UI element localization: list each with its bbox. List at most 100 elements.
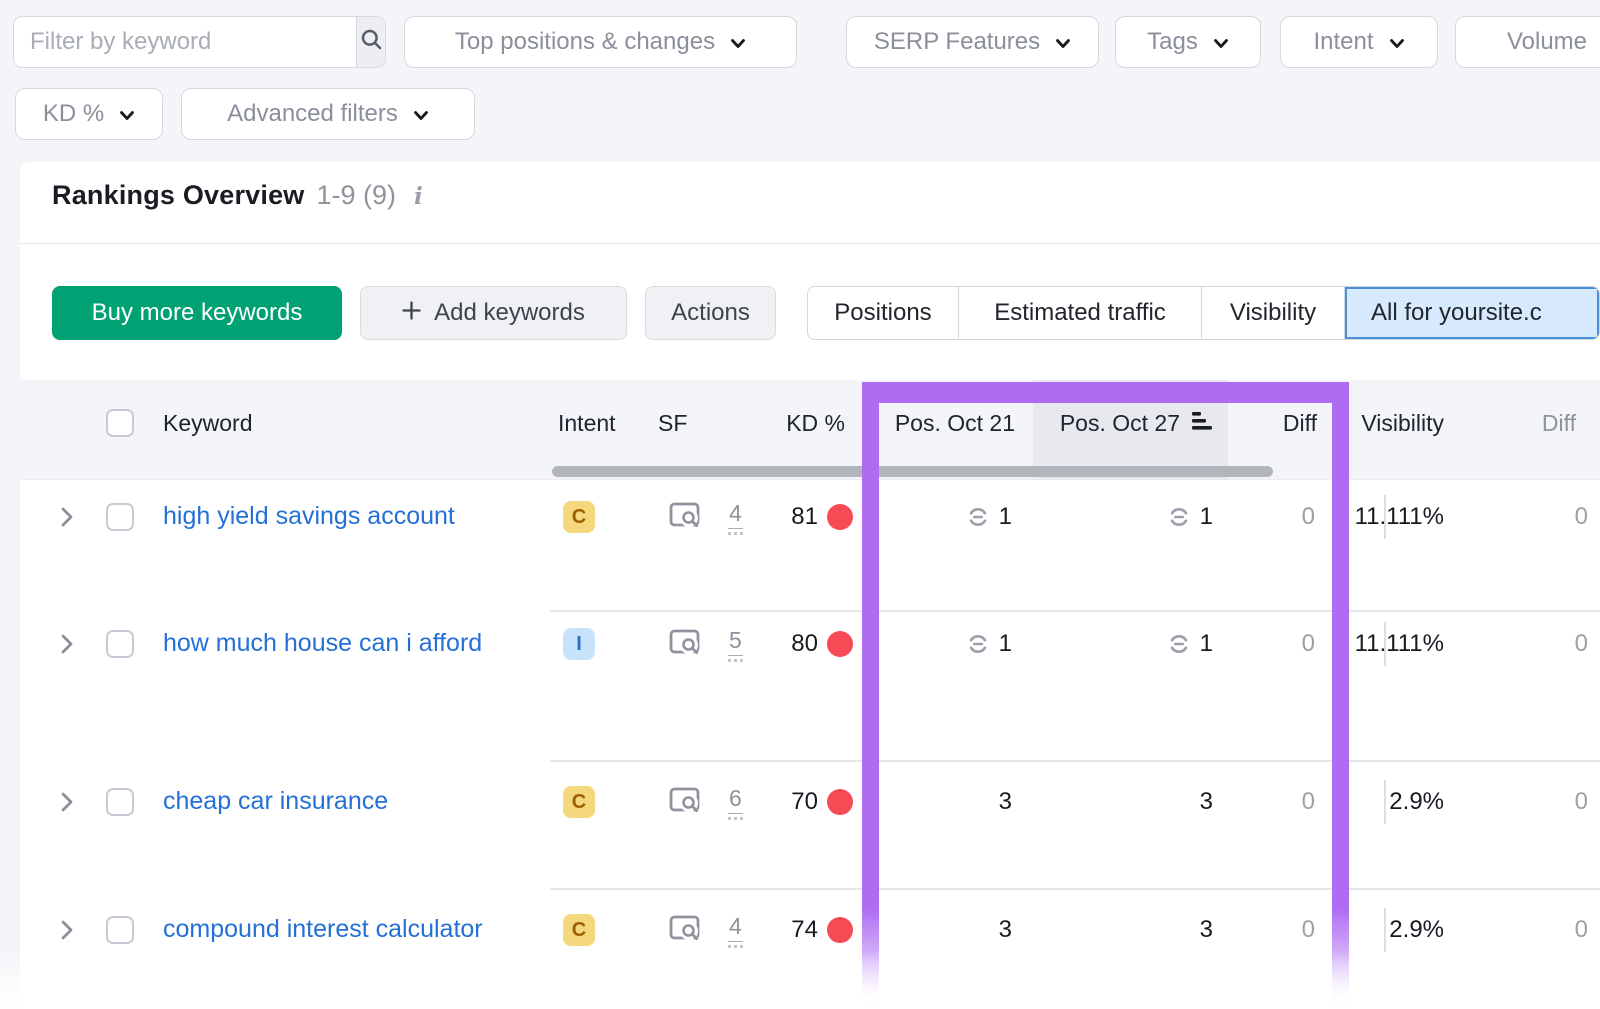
pos-oct-21-cell: 3 xyxy=(999,772,1012,832)
keyword-cell: how much house can i afford xyxy=(163,614,488,674)
keyword-filter-input[interactable] xyxy=(14,17,356,67)
row-checkbox[interactable] xyxy=(106,630,134,658)
keyword-link[interactable]: compound interest calculator xyxy=(163,913,483,946)
add-keywords-button[interactable]: Add keywords xyxy=(360,286,627,340)
tab-visibility[interactable]: Visibility xyxy=(1202,287,1345,339)
kd-difficulty-dot xyxy=(822,772,853,832)
row-checkbox[interactable] xyxy=(106,916,134,944)
select-all-checkbox[interactable] xyxy=(106,409,134,437)
tab-visibility-label: Visibility xyxy=(1230,299,1316,327)
divider xyxy=(20,243,1600,244)
position-tracking-screen: Top positions & changes SERP Features Ta… xyxy=(0,0,1600,1009)
header-intent[interactable]: Intent xyxy=(558,380,616,466)
header-visibility[interactable]: Visibility xyxy=(1361,380,1444,466)
kd-dropdown[interactable]: KD % xyxy=(15,88,163,140)
horizontal-scrollbar[interactable] xyxy=(552,466,1273,477)
header-keyword[interactable]: Keyword xyxy=(163,380,252,466)
pos-oct-27-cell: 3 xyxy=(1200,900,1213,960)
serp-features-cell xyxy=(668,487,702,547)
table-row: high yield savings account C 4 81 1 1 0 … xyxy=(0,487,1600,547)
chevron-down-icon xyxy=(413,100,429,128)
kd-difficulty-dot xyxy=(822,900,853,960)
chevron-down-icon xyxy=(1213,28,1229,56)
header-kd[interactable]: KD % xyxy=(786,380,845,466)
search-button[interactable] xyxy=(356,17,385,67)
sf-count-link[interactable]: 6 xyxy=(728,785,743,820)
keyword-link[interactable]: how much house can i afford xyxy=(163,627,482,660)
pos-oct-27-cell: 1 xyxy=(1167,487,1213,547)
intent-dropdown[interactable]: Intent xyxy=(1280,16,1438,68)
row-checkbox-cell xyxy=(106,772,134,832)
pos-oct-27-cell: 3 xyxy=(1200,772,1213,832)
intent-badge[interactable]: C xyxy=(563,914,595,946)
serp-features-icon[interactable] xyxy=(668,627,702,662)
highlight-box-right xyxy=(1332,382,1349,1009)
divider xyxy=(550,760,1600,762)
keyword-link[interactable]: high yield savings account xyxy=(163,500,455,533)
expand-chevron-icon[interactable] xyxy=(60,900,74,960)
serp-features-icon[interactable] xyxy=(668,500,702,535)
top-positions-dropdown[interactable]: Top positions & changes xyxy=(404,16,797,68)
diff-2-cell: 0 xyxy=(1575,772,1588,832)
tab-positions[interactable]: Positions xyxy=(808,287,959,339)
info-icon[interactable]: i xyxy=(408,183,423,210)
header-sf[interactable]: SF xyxy=(658,380,687,466)
kd-difficulty-dot xyxy=(822,614,853,674)
url-link-icon[interactable] xyxy=(966,505,990,529)
volume-label: Volume xyxy=(1507,28,1587,56)
sf-count-cell: 6 xyxy=(728,772,743,832)
chevron-down-icon xyxy=(730,28,746,56)
volume-dropdown[interactable]: Volume xyxy=(1455,16,1600,68)
row-checkbox-cell xyxy=(106,487,134,547)
expand-chevron-icon[interactable] xyxy=(60,487,74,547)
visibility-cell: 2.9% xyxy=(1389,900,1444,960)
expand-chevron-icon[interactable] xyxy=(60,772,74,832)
add-keywords-label: Add keywords xyxy=(434,299,585,327)
intent-badge[interactable]: C xyxy=(563,786,595,818)
row-checkbox-cell xyxy=(106,900,134,960)
select-all-cell xyxy=(106,380,134,466)
serp-features-icon[interactable] xyxy=(668,785,702,820)
diff-cell: 0 xyxy=(1302,772,1315,832)
tab-estimated-traffic[interactable]: Estimated traffic xyxy=(959,287,1202,339)
table-row: cheap car insurance C 6 70 3 3 0 2.9% 0 xyxy=(0,772,1600,832)
pos-oct-21-cell: 1 xyxy=(966,487,1012,547)
row-checkbox[interactable] xyxy=(106,503,134,531)
header-diff-2[interactable]: Diff xyxy=(1542,380,1576,466)
results-range: 1-9 (9) xyxy=(317,180,397,211)
actions-button[interactable]: Actions xyxy=(645,286,776,340)
intent-cell: C xyxy=(563,772,595,832)
buy-more-keywords-label: Buy more keywords xyxy=(92,299,303,327)
row-checkbox-cell xyxy=(106,614,134,674)
diff-cell: 0 xyxy=(1302,487,1315,547)
divider xyxy=(1384,780,1386,824)
keyword-filter-group xyxy=(13,16,386,68)
kd-cell: 80 xyxy=(791,614,818,674)
tab-all-for-site[interactable]: All for yoursite.c xyxy=(1345,287,1599,339)
url-link-icon[interactable] xyxy=(1167,505,1191,529)
url-link-icon[interactable] xyxy=(1167,632,1191,656)
row-checkbox[interactable] xyxy=(106,788,134,816)
buy-more-keywords-button[interactable]: Buy more keywords xyxy=(52,286,342,340)
url-link-icon[interactable] xyxy=(966,632,990,656)
divider xyxy=(550,610,1600,612)
table-row: compound interest calculator C 4 74 3 3 … xyxy=(0,900,1600,960)
keyword-cell: cheap car insurance xyxy=(163,772,488,832)
sf-count-link[interactable]: 5 xyxy=(728,627,743,662)
serp-features-dropdown[interactable]: SERP Features xyxy=(846,16,1099,68)
keyword-link[interactable]: cheap car insurance xyxy=(163,785,388,818)
intent-badge[interactable]: I xyxy=(563,628,595,660)
tab-estimated-traffic-label: Estimated traffic xyxy=(994,299,1166,327)
keyword-cell: compound interest calculator xyxy=(163,900,488,960)
expand-chevron-icon[interactable] xyxy=(60,614,74,674)
serp-features-cell xyxy=(668,772,702,832)
serp-features-icon[interactable] xyxy=(668,913,702,948)
intent-badge[interactable]: C xyxy=(563,501,595,533)
tab-all-for-site-label: All for yoursite.c xyxy=(1371,299,1542,327)
sf-count-link[interactable]: 4 xyxy=(728,913,743,948)
sf-count-link[interactable]: 4 xyxy=(728,500,743,535)
advanced-filters-dropdown[interactable]: Advanced filters xyxy=(181,88,475,140)
plus-icon xyxy=(402,299,421,327)
tags-dropdown[interactable]: Tags xyxy=(1115,16,1261,68)
kd-cell: 81 xyxy=(791,487,818,547)
